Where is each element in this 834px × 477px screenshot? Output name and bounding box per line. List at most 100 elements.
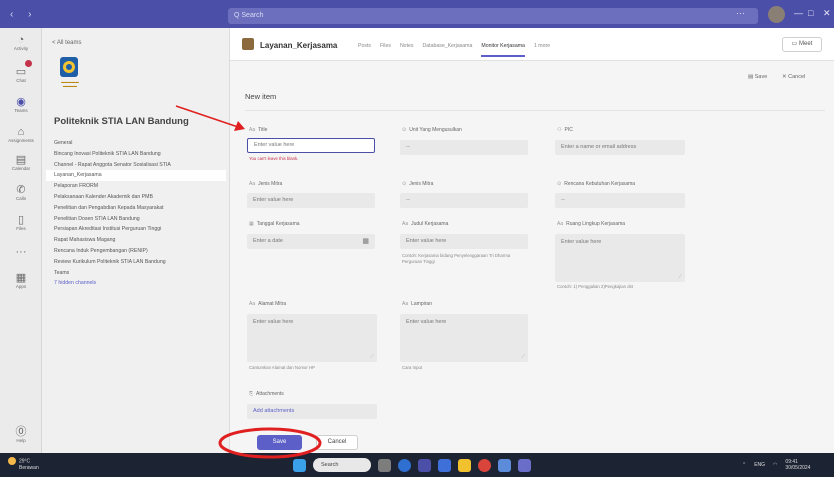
- hidden-channels-link[interactable]: 7 hidden channels: [42, 278, 230, 289]
- taskbar-search[interactable]: Search: [313, 458, 371, 472]
- file-icon: ▯: [17, 214, 25, 226]
- avatar[interactable]: [768, 6, 785, 23]
- rail-help[interactable]: ⓪ Help: [7, 426, 35, 444]
- title-error: You can't leave this blank.: [249, 156, 299, 161]
- rail-assignments[interactable]: ⌂ Assignments: [7, 126, 35, 144]
- tanggal-label: ▦ Tanggal Kerjasama: [249, 221, 300, 227]
- rail-teams[interactable]: ◉ Teams: [7, 96, 35, 114]
- chevron-up-icon[interactable]: ⌃: [742, 462, 746, 468]
- channel-item[interactable]: Teams: [42, 268, 230, 279]
- title-input[interactable]: Enter value here: [247, 138, 375, 153]
- help-icon: ⓪: [15, 426, 27, 438]
- channel-item[interactable]: Persiapan Akreditasi Institusi Perguruan…: [42, 224, 230, 235]
- channel-item-selected[interactable]: Layanan_Kerjasama: [46, 170, 226, 182]
- file-explorer-icon[interactable]: [458, 458, 471, 472]
- judul-hint: Contoh: Kerjasama bidang Penyelenggaraan…: [402, 253, 511, 264]
- mail-icon[interactable]: [438, 458, 451, 472]
- save-icon: ▤: [748, 74, 754, 80]
- app-icon[interactable]: [518, 458, 531, 472]
- channel-item[interactable]: Penelitian dan Pengabdian Kepada Masyara…: [42, 203, 230, 214]
- pic-input[interactable]: Enter a name or email address: [555, 140, 685, 155]
- more-icon: ···: [15, 246, 27, 258]
- team-logo-caption: ▬▬▬▬▬ ▬▬▬▬: [61, 80, 79, 88]
- weather-widget[interactable]: 29°C Berawan: [8, 457, 39, 472]
- add-attachments-link[interactable]: Add attachments: [247, 404, 377, 419]
- rail-more[interactable]: ···: [7, 246, 35, 258]
- jenis-mitra-input[interactable]: Enter value here: [247, 193, 375, 208]
- channel-item[interactable]: Rencana Induk Pengembangan (RENIP): [42, 246, 230, 257]
- minimize-icon[interactable]: —: [794, 8, 803, 18]
- tab-notes[interactable]: Notes: [400, 43, 414, 57]
- tab-files[interactable]: Files: [380, 43, 391, 57]
- channel-item[interactable]: Rapat Mahasiswa Magang: [42, 235, 230, 246]
- app-rail: ◔ Activity ▭ Chat ◉ Teams ⌂ Assignments ▤ Cal…: [0, 28, 42, 453]
- calendar-icon[interactable]: ▦: [362, 234, 369, 249]
- main-area: Layanan_Kerjasama Posts Files Notes Data…: [230, 28, 834, 453]
- top-save-button[interactable]: ▤ Save: [748, 74, 767, 80]
- channel-item[interactable]: Pelaporan FRORM: [42, 181, 230, 192]
- top-cancel-button[interactable]: ✕ Cancel: [782, 74, 805, 80]
- title-bar: ‹ › Q Search ··· — □ ✕: [0, 0, 834, 28]
- channel-item[interactable]: Pelaksanaan Kalender Akademik dan PMB: [42, 192, 230, 203]
- rail-chat[interactable]: ▭ Chat: [7, 66, 35, 84]
- teams-taskbar-icon[interactable]: [418, 458, 431, 472]
- resize-handle-icon[interactable]: ⟋: [370, 354, 374, 360]
- more-options-icon[interactable]: ···: [736, 8, 745, 18]
- text-field-icon: Aa: [557, 221, 564, 227]
- channel-item[interactable]: Review Kurikulum Politeknik STIA LAN Ban…: [42, 257, 230, 268]
- resize-handle-icon[interactable]: ⟋: [521, 354, 525, 360]
- channel-list: General Bincang Inovasi Politeknik STIA …: [42, 138, 230, 289]
- history-nav-icons[interactable]: ‹ ›: [10, 9, 37, 20]
- form-title: New item: [245, 92, 277, 101]
- jenis-mitra-select[interactable]: --: [400, 193, 528, 208]
- alamat-label: Aa Alamat Mitra: [249, 301, 287, 307]
- store-icon[interactable]: [498, 458, 511, 472]
- save-button[interactable]: Save: [257, 435, 302, 450]
- clock[interactable]: 09:41 30/05/2024: [785, 459, 810, 471]
- chat-icon: ▭: [15, 66, 27, 78]
- cancel-button[interactable]: Cancel: [316, 435, 358, 450]
- channel-item[interactable]: Channel - Rapat Anggota Senator Sosialis…: [42, 160, 230, 171]
- judul-input[interactable]: Enter value here: [400, 234, 528, 249]
- lampiran-textarea[interactable]: Enter value here ⟋: [400, 314, 528, 362]
- maximize-icon[interactable]: □: [808, 8, 813, 18]
- chrome-icon[interactable]: [478, 458, 491, 472]
- rail-activity[interactable]: ◔ Activity: [7, 34, 35, 52]
- channel-item[interactable]: Penelitian Dosen STIA LAN Bandung: [42, 214, 230, 225]
- tab-posts[interactable]: Posts: [358, 43, 371, 57]
- apps-icon: ▦: [15, 272, 27, 284]
- task-view-icon[interactable]: [378, 458, 391, 472]
- channel-item[interactable]: Bincang Inovasi Politeknik STIA LAN Band…: [42, 149, 230, 160]
- ruang-label: Aa Ruang Lingkup Kerjasama: [557, 221, 626, 227]
- rail-calendar[interactable]: ▤ Calendar: [7, 154, 35, 172]
- unit-label: ⊙ Unit Yang Mengusulkan: [402, 127, 462, 133]
- rail-apps[interactable]: ▦ Apps: [7, 272, 35, 290]
- tab-monitor-kerjasama[interactable]: Monitor Kerjasama: [481, 43, 525, 57]
- unit-select[interactable]: --: [400, 140, 528, 155]
- jenis-mitra-select-label: ⊙ Jenis Mitra: [402, 181, 434, 187]
- resize-handle-icon[interactable]: ⟋: [678, 274, 682, 280]
- text-field-icon: Aa: [402, 221, 409, 227]
- ruang-textarea[interactable]: Enter value here ⟋: [555, 234, 685, 282]
- rail-files[interactable]: ▯ Files: [7, 214, 35, 232]
- wifi-icon[interactable]: ◠: [773, 462, 777, 468]
- tabs: Posts Files Notes Database_Kerjasama Mon…: [358, 43, 550, 57]
- windows-start-icon[interactable]: [293, 458, 306, 472]
- video-icon: ▭: [791, 41, 798, 47]
- alamat-textarea[interactable]: Enter value here ⟋: [247, 314, 377, 362]
- channel-item[interactable]: General: [42, 138, 230, 149]
- rail-calls[interactable]: ✆ Calls: [7, 184, 35, 202]
- tanggal-input[interactable]: Enter a date ▦: [247, 234, 375, 249]
- search-input[interactable]: Q Search: [228, 8, 758, 24]
- rencana-select[interactable]: --: [555, 193, 685, 208]
- all-teams-link[interactable]: < All teams: [52, 40, 82, 46]
- choice-icon: ⊙: [402, 127, 407, 133]
- tab-database-kerjasama[interactable]: Database_Kerjasama: [423, 43, 473, 57]
- calendar-icon: ▤: [15, 154, 27, 166]
- text-field-icon: Aa: [249, 127, 256, 133]
- language-indicator[interactable]: ENG: [754, 462, 765, 468]
- meet-button[interactable]: ▭ Meet: [782, 37, 822, 52]
- edge-icon[interactable]: [398, 458, 411, 472]
- tab-more[interactable]: 1 more: [534, 43, 550, 57]
- close-icon[interactable]: ✕: [823, 8, 831, 19]
